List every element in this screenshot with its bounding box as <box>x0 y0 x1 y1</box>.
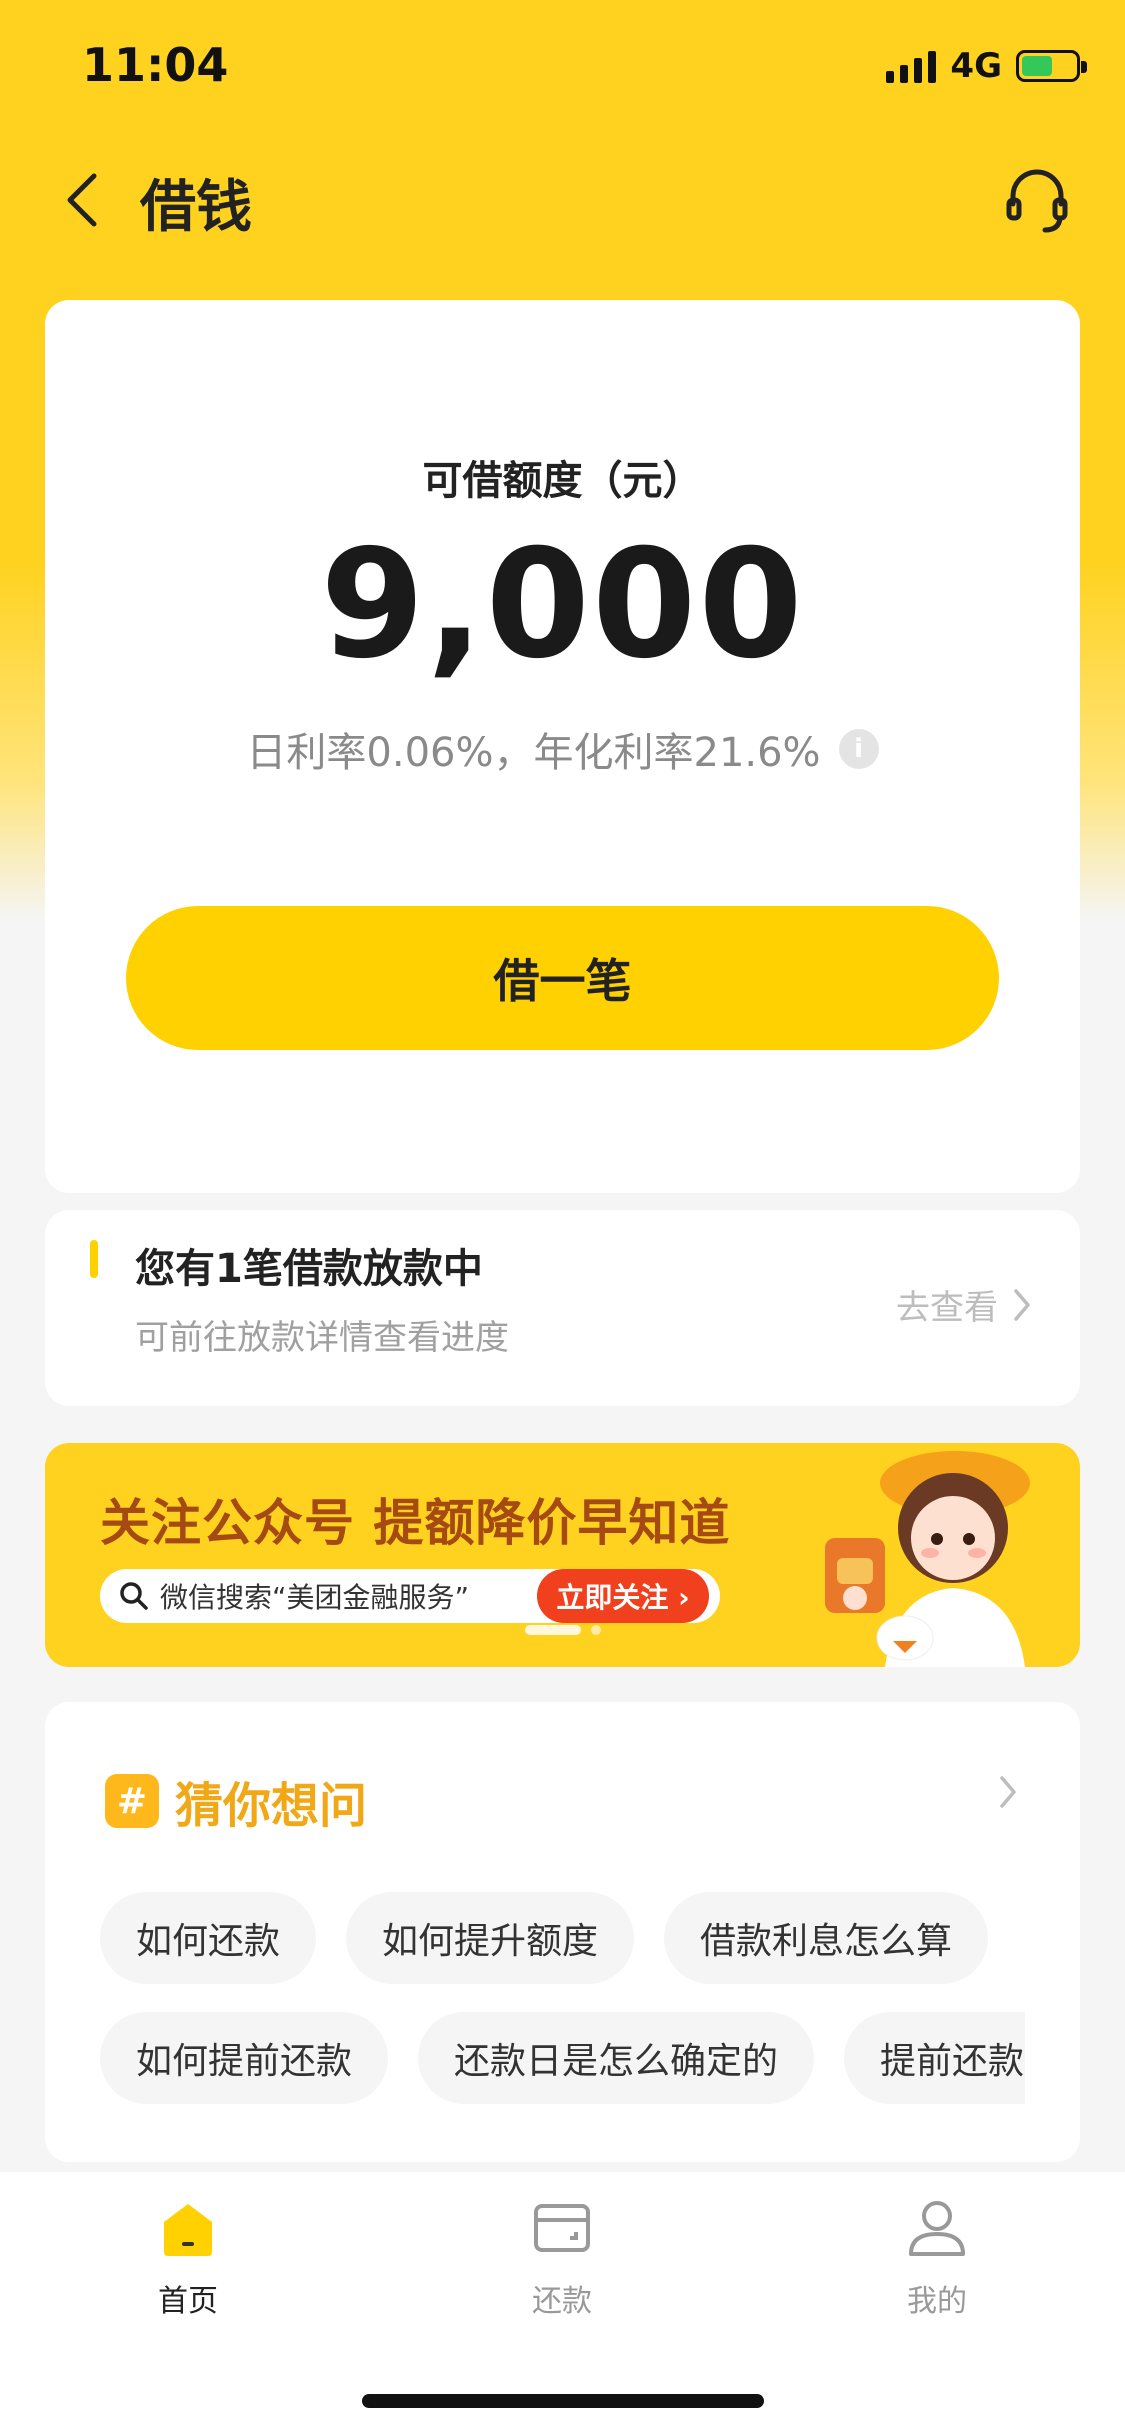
tab-mine-label: 我的 <box>907 2284 967 2319</box>
loan-notice-card[interactable]: 您有1笔借款放款中 可前往放款详情查看进度 去查看 <box>45 1210 1080 1406</box>
chevron-right-icon <box>1014 1288 1030 1321</box>
rate-row: 日利率0.06%，年化利率21.6% i <box>45 720 1080 778</box>
battery-icon <box>1016 50 1087 82</box>
headset-icon <box>1006 169 1068 233</box>
faq-chip[interactable]: 如何还款 <box>100 1892 317 1984</box>
faq-card: # 猜你想问 如何还款 如何提升额度 借款利息怎么算 如何提前还款 还款日是怎么… <box>45 1702 1080 2162</box>
hashtag-icon: # <box>105 1774 159 1828</box>
rate-text: 日利率0.06%，年化利率21.6% <box>246 730 821 776</box>
status-indicators: 4G <box>886 46 1087 86</box>
follow-button[interactable]: 立即关注 › <box>537 1569 709 1623</box>
home-indicator <box>362 2394 764 2408</box>
faq-title: 猜你想问 <box>175 1778 368 1834</box>
customer-service-button[interactable] <box>997 160 1077 240</box>
banner-title: 关注公众号 提额降价早知道 <box>100 1494 731 1552</box>
home-icon <box>164 2204 212 2256</box>
promo-banner[interactable]: 关注公众号 提额降价早知道 微信搜索“美团金融服务” 立即关注 › <box>45 1443 1080 1667</box>
faq-chip[interactable]: 借款利息怎么算 <box>664 1892 989 1984</box>
carousel-dots <box>525 1625 601 1635</box>
faq-row-2: 如何提前还款 还款日是怎么确定的 提前还款利 <box>45 2012 1025 2104</box>
faq-row-1: 如何还款 如何提升额度 借款利息怎么算 <box>45 1892 1025 1984</box>
tab-repay[interactable]: 还款 <box>462 2198 662 2320</box>
faq-chip[interactable]: 如何提前还款 <box>100 2012 389 2104</box>
faq-header: # 猜你想问 <box>105 1766 367 1836</box>
network-type: 4G <box>950 46 1002 86</box>
search-icon <box>120 1582 148 1610</box>
faq-chip[interactable]: 还款日是怎么确定的 <box>418 2012 815 2104</box>
info-icon[interactable]: i <box>838 729 879 769</box>
back-button[interactable] <box>52 170 112 230</box>
faq-more-button[interactable] <box>998 1774 1018 1814</box>
tab-home[interactable]: 首页 <box>88 2198 288 2320</box>
tab-repay-label: 还款 <box>532 2284 592 2319</box>
credit-amount: 9,000 <box>320 518 805 692</box>
faq-chip[interactable]: 如何提升额度 <box>346 1892 635 1984</box>
status-time: 11:04 <box>82 38 229 92</box>
signal-icon <box>886 49 937 83</box>
banner-search-text: 微信搜索“美团金融服务” <box>160 1581 470 1614</box>
wallet-icon <box>534 2204 590 2252</box>
tab-home-label: 首页 <box>158 2284 218 2319</box>
chevron-right-icon <box>1000 1776 1016 1808</box>
nav-bar: 借钱 <box>0 140 1125 260</box>
loan-notice-subtitle: 可前往放款详情查看进度 <box>135 1318 509 1358</box>
status-bar: 11:04 4G <box>0 0 1125 135</box>
view-details-link[interactable]: 去查看 <box>896 1280 1032 1329</box>
credit-label: 可借额度（元） <box>422 458 703 504</box>
tab-mine[interactable]: 我的 <box>837 2198 1037 2320</box>
view-details-label: 去查看 <box>896 1288 998 1328</box>
girl-illustration <box>825 1451 1030 1667</box>
faq-chip[interactable]: 提前还款利 <box>844 2012 1025 2104</box>
borrow-button[interactable]: 借一笔 <box>126 906 999 1050</box>
credit-card: 可借额度（元） 9,000 日利率0.06%，年化利率21.6% i 借一笔 <box>45 300 1080 1193</box>
page-title: 借钱 <box>140 175 252 240</box>
profile-icon <box>909 2201 965 2256</box>
loan-notice-title: 您有1笔借款放款中 <box>135 1246 483 1292</box>
accent-bar <box>90 1240 98 1278</box>
chevron-left-icon <box>67 173 97 227</box>
